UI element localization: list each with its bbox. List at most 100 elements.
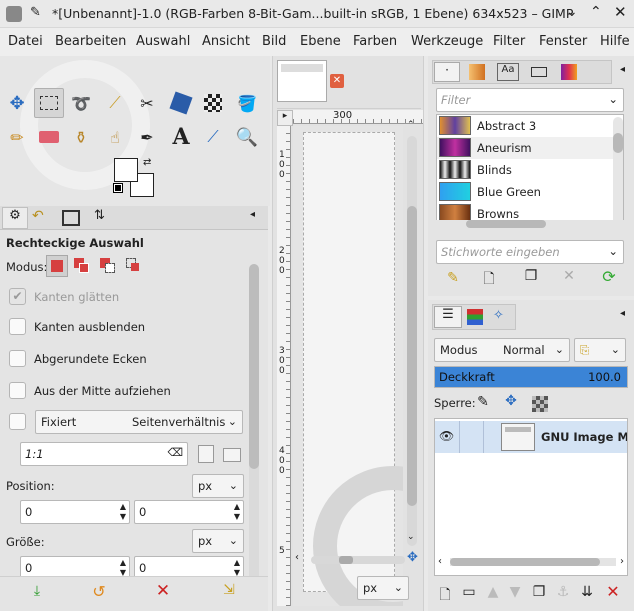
text-tool-icon[interactable]: A — [166, 122, 196, 152]
menu-ebene[interactable]: Ebene — [300, 34, 341, 49]
edit-gradient-icon[interactable]: ✎ — [442, 270, 464, 286]
new-layer-icon[interactable]: 🗋 — [434, 584, 456, 608]
position-unit-select[interactable]: px ⌄ — [192, 474, 244, 498]
image-tab-thumbnail[interactable] — [277, 60, 327, 102]
rect-select-tool-icon[interactable] — [34, 88, 64, 118]
color-picker-icon[interactable]: ⟋ — [198, 122, 228, 152]
feather-checkbox[interactable] — [9, 318, 26, 335]
composite-mode-select[interactable]: ⎘ ⌄ — [574, 338, 626, 362]
spin-arrows-icon[interactable]: ▲ ▼ — [234, 502, 240, 522]
gradient-list[interactable]: Abstract 3 Aneurism Blinds Blue Green Br… — [436, 114, 624, 230]
tab-channels-icon[interactable] — [467, 309, 483, 325]
layer-mode-select[interactable]: Modus Normal ⌄ — [434, 338, 570, 362]
tab-layers-icon[interactable]: ☰ — [434, 306, 462, 328]
minimize-icon[interactable]: ⌄ — [566, 4, 578, 20]
position-y-input[interactable]: 0 ▲ ▼ — [134, 500, 244, 524]
canvas-area[interactable] — [293, 126, 403, 606]
scroll-down-icon[interactable]: ⌄ — [407, 532, 415, 542]
swap-colors-icon[interactable]: ⇄ — [143, 157, 151, 168]
menu-auswahl[interactable]: Auswahl — [136, 34, 190, 49]
lock-position-icon[interactable]: ✥ — [500, 393, 522, 409]
menu-bild[interactable]: Bild — [262, 34, 286, 49]
menu-ansicht[interactable]: Ansicht — [202, 34, 250, 49]
opacity-slider[interactable]: Deckkraft 100.0 — [434, 366, 628, 388]
list-item[interactable]: Blinds — [437, 159, 613, 181]
tab-images-icon[interactable] — [62, 210, 80, 226]
foreground-color-swatch[interactable] — [114, 158, 138, 182]
transform-tool-icon[interactable] — [166, 88, 196, 118]
vertical-scrollbar[interactable] — [407, 136, 417, 546]
delete-options-icon[interactable]: ✕ — [152, 581, 174, 601]
lasso-tool-icon[interactable]: ➰ — [66, 88, 96, 118]
mode-replace-icon[interactable] — [46, 255, 68, 277]
tab-device-status-icon[interactable]: ⇅ — [94, 208, 105, 223]
close-image-icon[interactable]: ✕ — [330, 74, 344, 88]
perspective-tool-icon[interactable] — [198, 88, 228, 118]
tab-tool-options-icon[interactable]: ⚙ — [2, 207, 28, 229]
portrait-icon[interactable] — [198, 445, 214, 463]
h-scrollbar[interactable] — [436, 220, 624, 230]
tab-brushes-icon[interactable]: · — [434, 62, 460, 82]
close-icon[interactable]: ✕ — [614, 3, 627, 21]
unit-select[interactable]: px ⌄ — [357, 576, 409, 600]
tab-fonts-icon[interactable]: Aa — [497, 63, 519, 81]
gradient-filter-input[interactable]: Filter ⌄ — [436, 88, 624, 112]
tab-palettes-icon[interactable] — [531, 67, 547, 77]
anchor-layer-icon[interactable]: ⚓ — [552, 584, 574, 600]
h-scrollbar[interactable] — [450, 558, 616, 566]
tags-input[interactable]: Stichworte eingeben ⌄ — [436, 240, 624, 264]
mode-intersect-icon[interactable] — [126, 258, 142, 274]
reset-options-icon[interactable]: ⇲ — [218, 582, 240, 598]
lower-layer-icon[interactable]: ▼ — [504, 584, 526, 600]
pin-icon[interactable]: ✎ — [30, 5, 41, 20]
expand-from-center-checkbox[interactable] — [9, 382, 26, 399]
zoom-tool-icon[interactable]: 🔍 — [232, 122, 262, 152]
maximize-icon[interactable]: ⌃ — [590, 4, 602, 20]
spin-arrows-icon[interactable]: ▲ ▼ — [120, 558, 126, 578]
dock-menu-icon[interactable]: ◂ — [250, 209, 255, 220]
fuzzy-select-icon[interactable]: ⟋ — [100, 88, 130, 118]
list-item[interactable]: Blue Green — [437, 181, 613, 203]
smudge-tool-icon[interactable]: ☝ — [100, 122, 130, 152]
new-group-icon[interactable]: ▭ — [458, 584, 480, 600]
new-gradient-icon[interactable]: 🗋 — [478, 268, 500, 292]
layer-row[interactable]: 👁 GNU Image Ma — [435, 421, 627, 453]
scroll-left-icon[interactable]: ‹ — [295, 552, 299, 563]
scroll-up-icon[interactable]: ⌃ — [407, 120, 415, 130]
antialias-checkbox[interactable]: ✔ — [9, 288, 26, 305]
layers-list[interactable]: 👁 GNU Image Ma — [434, 418, 628, 576]
raise-layer-icon[interactable]: ▲ — [482, 584, 504, 600]
landscape-icon[interactable] — [223, 448, 241, 462]
lock-alpha-icon[interactable] — [532, 396, 548, 412]
bucket-fill-icon[interactable]: 🪣 — [232, 88, 262, 118]
tab-patterns-icon[interactable] — [469, 64, 485, 80]
horizontal-scrollbar[interactable] — [311, 556, 405, 564]
fixed-mode-select[interactable]: Fixiert Seitenverhältnis ⌄ — [35, 410, 243, 434]
crop-tool-icon[interactable]: ✂ — [132, 88, 162, 118]
scrollbar[interactable] — [613, 117, 623, 229]
scrollbar[interactable] — [249, 264, 259, 594]
mode-add-icon[interactable] — [74, 258, 90, 274]
tab-paths-icon[interactable]: ✧ — [493, 308, 504, 323]
clone-tool-icon[interactable]: ⚱ — [66, 122, 96, 152]
ratio-field[interactable]: 1:1 ⌫ — [20, 442, 188, 466]
dock-menu-icon[interactable]: ◂ — [620, 64, 625, 75]
menu-farben[interactable]: Farben — [353, 34, 397, 49]
merge-layer-icon[interactable]: ⇊ — [576, 584, 598, 600]
quick-mask-corner-icon[interactable]: ▸ — [277, 110, 293, 126]
menu-fenster[interactable]: Fenster — [539, 34, 587, 49]
restore-options-icon[interactable]: ↺ — [88, 582, 110, 601]
eraser-tool-icon[interactable] — [34, 122, 64, 152]
lock-pixels-icon[interactable]: ✎ — [472, 394, 494, 410]
fixed-checkbox[interactable] — [9, 413, 26, 430]
spin-arrows-icon[interactable]: ▲ ▼ — [234, 558, 240, 578]
paths-tool-icon[interactable]: ✒ — [132, 122, 162, 152]
menu-filter[interactable]: Filter — [493, 34, 525, 49]
scroll-right-icon[interactable]: › — [620, 556, 624, 567]
navigate-icon[interactable]: ✥ — [407, 550, 418, 565]
pencil-tool-icon[interactable]: ✏ — [2, 122, 32, 152]
refresh-gradients-icon[interactable]: ⟳ — [598, 267, 620, 286]
dock-menu-icon[interactable]: ◂ — [620, 308, 625, 319]
tab-undo-history-icon[interactable]: ↶ — [32, 208, 44, 224]
mode-subtract-icon[interactable] — [100, 258, 116, 274]
